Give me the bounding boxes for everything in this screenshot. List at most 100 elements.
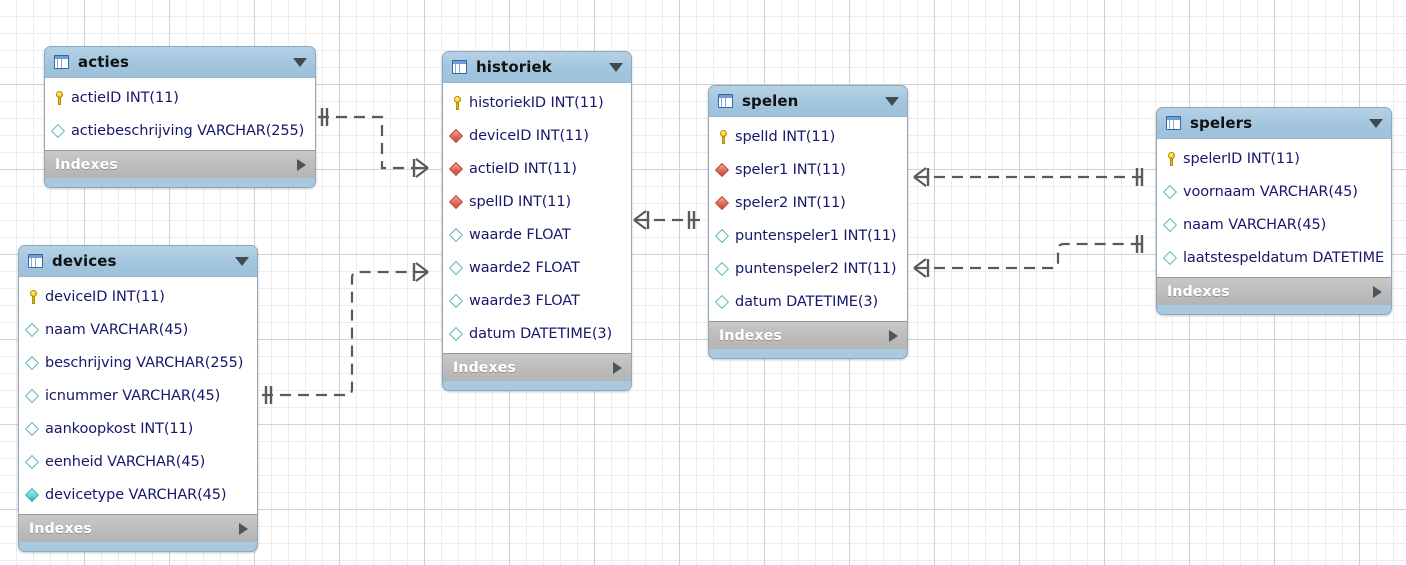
column-row[interactable]: aankoopkost INT(11) — [19, 412, 257, 445]
column-row[interactable]: actieID INT(11) — [45, 81, 315, 114]
column-label: laatstespeldatum DATETIME — [1183, 249, 1385, 266]
chevron-right-icon[interactable] — [889, 329, 898, 342]
chevron-right-icon[interactable] — [1373, 285, 1382, 298]
column-row[interactable]: naam VARCHAR(45) — [1157, 208, 1391, 241]
chevron-down-icon[interactable] — [293, 57, 307, 67]
table-icon — [718, 94, 733, 108]
relationship-historiek-spelen — [632, 209, 700, 231]
chevron-down-icon[interactable] — [609, 62, 623, 72]
column-label: deviceID INT(11) — [45, 288, 165, 305]
indexes-label: Indexes — [453, 359, 516, 376]
column-label: icnummer VARCHAR(45) — [45, 387, 221, 404]
column-label: puntenspeler2 INT(11) — [735, 260, 897, 277]
column-icon — [716, 262, 730, 276]
column-row[interactable]: spelerID INT(11) — [1157, 142, 1391, 175]
chevron-right-icon[interactable] — [239, 522, 248, 535]
chevron-right-icon[interactable] — [297, 158, 306, 171]
column-row[interactable]: actiebeschrijving VARCHAR(255) — [45, 114, 315, 147]
table-header-historiek[interactable]: historiek — [443, 52, 631, 82]
column-icon — [26, 356, 40, 370]
table-header-acties[interactable]: acties — [45, 47, 315, 77]
indexes-section-devices[interactable]: Indexes — [19, 515, 257, 542]
foreign-key-icon — [716, 196, 730, 210]
chevron-right-icon[interactable] — [613, 361, 622, 374]
column-icon — [450, 228, 464, 242]
chevron-down-icon[interactable] — [885, 96, 899, 106]
foreign-key-icon — [716, 163, 730, 177]
column-label: voornaam VARCHAR(45) — [1183, 183, 1358, 200]
foreign-key-icon — [450, 162, 464, 176]
indexes-section-acties[interactable]: Indexes — [45, 151, 315, 178]
table-title: spelers — [1190, 114, 1253, 132]
column-row[interactable]: icnummer VARCHAR(45) — [19, 379, 257, 412]
indexes-label: Indexes — [1167, 283, 1230, 300]
chevron-down-icon[interactable] — [1369, 118, 1383, 128]
relationship-spelen-spelers-2 — [912, 233, 1148, 279]
table-spelers[interactable]: spelers spelerID INT(11) voornaam VARCHAR(… — [1156, 107, 1392, 315]
column-row[interactable]: speler2 INT(11) — [709, 186, 907, 219]
column-label: naam VARCHAR(45) — [1183, 216, 1327, 233]
foreign-key-icon — [450, 129, 464, 143]
column-row[interactable]: actieID INT(11) — [443, 152, 631, 185]
table-header-spelen[interactable]: spelen — [709, 86, 907, 116]
column-row[interactable]: waarde FLOAT — [443, 218, 631, 251]
column-row[interactable]: deviceID INT(11) — [443, 119, 631, 152]
table-title: spelen — [742, 92, 799, 110]
indexes-section-spelen[interactable]: Indexes — [709, 322, 907, 349]
indexes-section-historiek[interactable]: Indexes — [443, 354, 631, 381]
column-label: datum DATETIME(3) — [735, 293, 879, 310]
column-row[interactable]: puntenspeler2 INT(11) — [709, 252, 907, 285]
table-columns-acties: actieID INT(11) actiebeschrijving VARCHAR… — [45, 77, 315, 151]
column-row[interactable]: puntenspeler1 INT(11) — [709, 219, 907, 252]
indexes-section-spelers[interactable]: Indexes — [1157, 278, 1391, 305]
column-label: spelerID INT(11) — [1183, 150, 1300, 167]
column-row[interactable]: spelID INT(11) — [443, 185, 631, 218]
table-header-spelers[interactable]: spelers — [1157, 108, 1391, 138]
column-row[interactable]: datum DATETIME(3) — [443, 317, 631, 350]
column-row[interactable]: speler1 INT(11) — [709, 153, 907, 186]
column-label: deviceID INT(11) — [469, 127, 589, 144]
column-icon — [450, 294, 464, 308]
primary-key-icon — [1164, 152, 1178, 166]
column-label: speler1 INT(11) — [735, 161, 846, 178]
primary-key-icon — [52, 91, 66, 105]
column-row[interactable]: eenheid VARCHAR(45) — [19, 445, 257, 478]
column-row[interactable]: waarde3 FLOAT — [443, 284, 631, 317]
column-row[interactable]: beschrijving VARCHAR(255) — [19, 346, 257, 379]
column-row[interactable]: laatstespeldatum DATETIME — [1157, 241, 1391, 274]
column-label: eenheid VARCHAR(45) — [45, 453, 206, 470]
table-devices[interactable]: devices deviceID INT(11) naam VARCHAR(45) b… — [18, 245, 258, 552]
table-acties[interactable]: acties actieID INT(11) actiebeschrijving V… — [44, 46, 316, 188]
column-row[interactable]: devicetype VARCHAR(45) — [19, 478, 257, 511]
column-label: waarde FLOAT — [469, 226, 571, 243]
table-historiek[interactable]: historiek historiekID INT(11) deviceID INT… — [442, 51, 632, 391]
column-label: spelId INT(11) — [735, 128, 836, 145]
table-header-devices[interactable]: devices — [19, 246, 257, 276]
column-icon — [1164, 218, 1178, 232]
column-row[interactable]: naam VARCHAR(45) — [19, 313, 257, 346]
column-icon — [26, 389, 40, 403]
column-label: spelID INT(11) — [469, 193, 572, 210]
indexes-label: Indexes — [29, 520, 92, 537]
table-spelen[interactable]: spelen spelId INT(11) speler1 INT(11) spele… — [708, 85, 908, 359]
table-columns-historiek: historiekID INT(11) deviceID INT(11) actie… — [443, 82, 631, 354]
column-icon — [26, 422, 40, 436]
column-row[interactable]: deviceID INT(11) — [19, 280, 257, 313]
column-icon — [716, 229, 730, 243]
column-row[interactable]: waarde2 FLOAT — [443, 251, 631, 284]
indexes-label: Indexes — [55, 156, 118, 173]
column-icon — [52, 124, 66, 138]
table-columns-devices: deviceID INT(11) naam VARCHAR(45) beschrij… — [19, 276, 257, 515]
column-row[interactable]: datum DATETIME(3) — [709, 285, 907, 318]
column-label: historiekID INT(11) — [469, 94, 604, 111]
column-row[interactable]: spelId INT(11) — [709, 120, 907, 153]
relationship-devices-historiek — [262, 261, 430, 406]
table-icon — [452, 60, 467, 74]
column-icon — [716, 295, 730, 309]
column-row[interactable]: voornaam VARCHAR(45) — [1157, 175, 1391, 208]
column-row[interactable]: historiekID INT(11) — [443, 86, 631, 119]
column-label: naam VARCHAR(45) — [45, 321, 189, 338]
primary-key-icon — [450, 96, 464, 110]
eer-diagram-canvas[interactable]: acties actieID INT(11) actiebeschrijving V… — [0, 0, 1406, 565]
chevron-down-icon[interactable] — [235, 256, 249, 266]
